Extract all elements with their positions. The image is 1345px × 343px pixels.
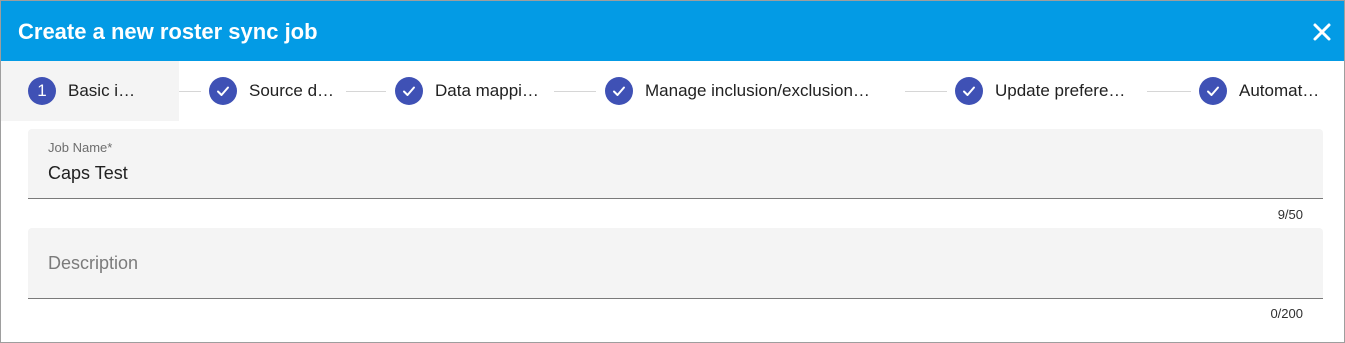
stepper: 1 Basic i… Source d… Data mappi… Manage … [1, 61, 1344, 121]
step-update-preferences[interactable]: Update prefere… [955, 61, 1125, 121]
job-name-field[interactable]: Job Name* Caps Test [28, 129, 1323, 199]
step-label: Automat… [1239, 81, 1320, 100]
step-number-badge: 1 [28, 77, 56, 105]
check-icon [395, 77, 423, 105]
dialog-header: Create a new roster sync job [1, 1, 1344, 61]
job-name-label: Job Name* [48, 140, 113, 155]
check-icon [209, 77, 237, 105]
description-field[interactable]: Description [28, 228, 1323, 299]
job-name-counter: 9/50 [1277, 207, 1303, 222]
close-button[interactable] [1307, 17, 1337, 47]
check-icon [1199, 77, 1227, 105]
description-counter: 0/200 [1270, 306, 1303, 321]
step-data-mapping[interactable]: Data mappi… [395, 61, 539, 121]
step-connector [1147, 91, 1191, 92]
description-placeholder: Description [48, 253, 139, 273]
step-label: Basic i… [68, 81, 136, 100]
step-connector [554, 91, 596, 92]
step-label: Update prefere… [995, 81, 1126, 100]
step-source-data[interactable]: Source d… [209, 61, 334, 121]
job-name-input[interactable]: Caps Test [48, 162, 128, 184]
roster-sync-dialog: Create a new roster sync job 1 Basic i… … [0, 0, 1345, 343]
check-icon [955, 77, 983, 105]
step-label: Manage inclusion/exclusion… [645, 81, 870, 100]
step-manage-inclusion-exclusion[interactable]: Manage inclusion/exclusion… [605, 61, 870, 121]
step-connector [346, 91, 386, 92]
step-connector [905, 91, 947, 92]
step-automation[interactable]: Automat… [1199, 61, 1319, 121]
close-icon [1313, 23, 1331, 41]
check-icon [605, 77, 633, 105]
dialog-title: Create a new roster sync job [18, 19, 318, 44]
step-label: Data mappi… [435, 81, 539, 100]
step-label: Source d… [249, 81, 335, 100]
step-basic-info[interactable]: 1 Basic i… [1, 61, 179, 121]
